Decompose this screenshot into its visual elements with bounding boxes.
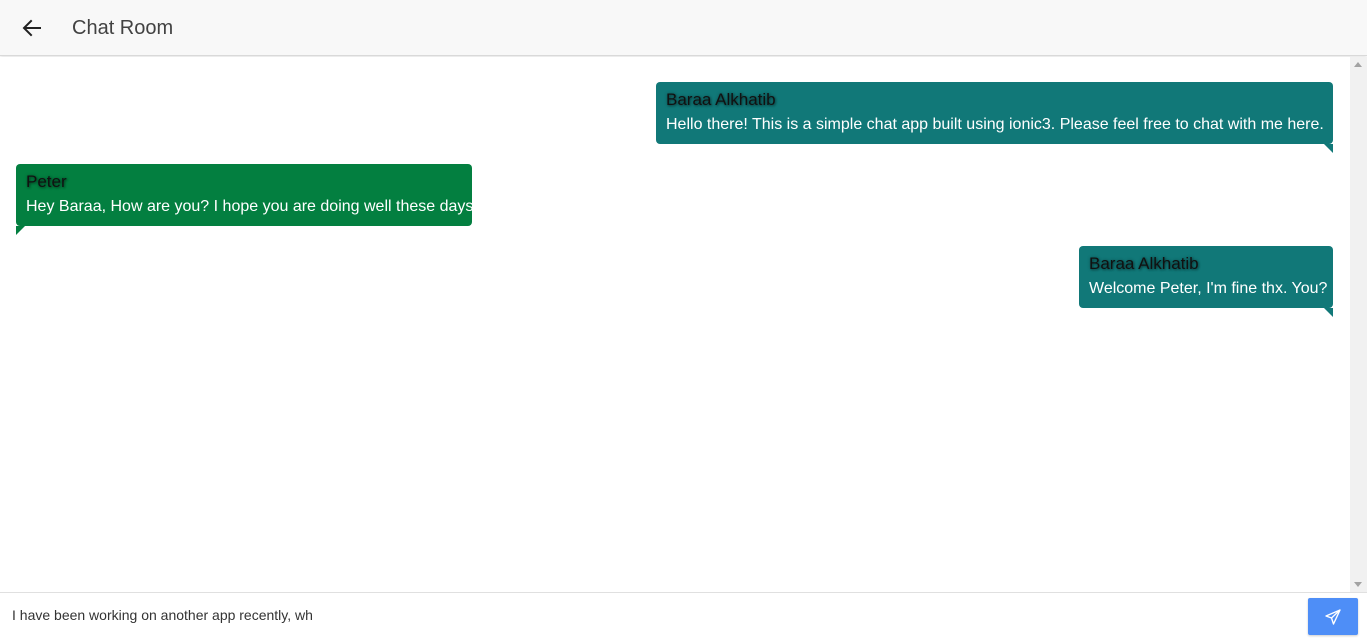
message-text: Hey Baraa, How are you? I hope you are d… <box>26 198 474 215</box>
message-text: Hello there! This is a simple chat app b… <box>666 116 1324 133</box>
message-sender: Baraa Alkhatib <box>666 90 776 109</box>
chat-app: Chat Room Baraa Alkhatib Hello there! Th… <box>0 0 1367 643</box>
send-button[interactable] <box>1308 598 1358 635</box>
page-title: Chat Room <box>72 17 174 39</box>
composer-bar <box>0 592 1367 643</box>
message-bubble: Baraa Alkhatib Welcome Peter, I'm fine t… <box>1079 246 1333 317</box>
message-bubble: Peter Hey Baraa, How are you? I hope you… <box>16 164 474 235</box>
message-bubble: Baraa Alkhatib Hello there! This is a si… <box>656 82 1333 153</box>
message-list[interactable]: Baraa Alkhatib Hello there! This is a si… <box>0 57 1350 592</box>
bubble-tail <box>16 226 25 235</box>
message-sender: Peter <box>26 172 67 191</box>
scroll-up-icon[interactable] <box>1354 62 1362 67</box>
send-icon <box>1325 608 1341 625</box>
bubble-tail <box>1324 308 1333 317</box>
vertical-scrollbar[interactable] <box>1350 57 1367 592</box>
back-button[interactable] <box>16 12 48 44</box>
message-sender: Baraa Alkhatib <box>1089 254 1199 273</box>
header-toolbar: Chat Room <box>0 0 1367 56</box>
bubble-tail <box>1324 144 1333 153</box>
scroll-down-icon[interactable] <box>1354 582 1362 587</box>
arrow-back-icon <box>22 19 41 37</box>
message-input[interactable] <box>0 593 1300 637</box>
message-text: Welcome Peter, I'm fine thx. You? <box>1089 280 1328 297</box>
